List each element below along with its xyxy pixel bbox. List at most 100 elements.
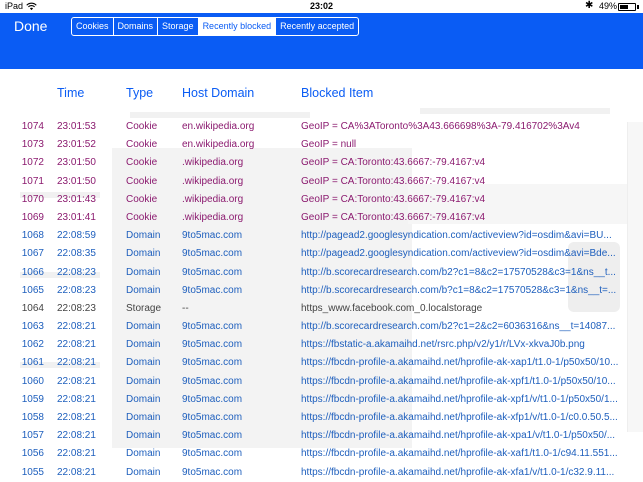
row-time: 22:08:21 bbox=[57, 339, 96, 351]
row-id: 1065 bbox=[21, 284, 44, 296]
row-id: 1055 bbox=[21, 466, 44, 478]
row-type: Cookie bbox=[126, 139, 158, 151]
column-header-blocked-item[interactable]: Blocked Item bbox=[301, 86, 373, 100]
row-type: Domain bbox=[126, 412, 161, 423]
row-host-domain: .wikipedia.org bbox=[182, 175, 244, 187]
row-id: 1057 bbox=[21, 430, 44, 442]
row-id: 1073 bbox=[21, 139, 44, 151]
segment-recently-accepted[interactable]: Recently accepted bbox=[276, 18, 358, 35]
row-time: 22:08:59 bbox=[57, 230, 96, 242]
row-host-domain: 9to5mac.com bbox=[182, 393, 243, 405]
row-host-domain: 9to5mac.com bbox=[182, 321, 243, 333]
row-type: Domain bbox=[126, 357, 161, 369]
segment-storage[interactable]: Storage bbox=[158, 18, 199, 35]
table-row[interactable]: 1068 22:08:59 Domain 9to5mac.com http://page… bbox=[0, 227, 643, 245]
table-row[interactable]: 1072 23:01:50 Cookie .wikipedia.org GeoIP = … bbox=[0, 154, 643, 172]
row-type: Domain bbox=[126, 339, 161, 351]
row-type: Domain bbox=[126, 393, 161, 405]
row-time: 23:01:41 bbox=[57, 211, 96, 223]
row-host-domain: 9to5mac.com bbox=[182, 357, 243, 369]
table-row[interactable]: 1061 22:08:21 Domain 9to5mac.com https://fbc… bbox=[0, 354, 643, 372]
table-row[interactable]: 1063 22:08:21 Domain 9to5mac.com http://b.sc… bbox=[0, 318, 643, 336]
table-row[interactable]: 1070 23:01:43 Cookie .wikipedia.org GeoIP = … bbox=[0, 191, 643, 209]
row-host-domain: 9to5mac.com bbox=[182, 339, 243, 351]
battery-tip bbox=[637, 5, 639, 9]
row-blocked-item: GeoIP = CA:Toronto:43.6667:-79.4167:v4 bbox=[301, 193, 486, 205]
table-row[interactable]: 1066 22:08:23 Domain 9to5mac.com http://b.sc… bbox=[0, 264, 643, 282]
blocked-items-table: Time Type Host Domain Blocked Item 1074 2… bbox=[0, 72, 643, 482]
table-row[interactable]: 1055 22:08:21 Domain 9to5mac.com https://fbc… bbox=[0, 464, 643, 482]
row-blocked-item: http://b.scorecardresearch.com/b2?c1=2&c… bbox=[301, 321, 616, 333]
row-blocked-item: https://fbcdn-profile-a.akamaihd.net/hpr… bbox=[301, 375, 616, 387]
row-type: Cookie bbox=[126, 193, 158, 205]
done-button[interactable]: Done bbox=[14, 18, 47, 34]
table-row[interactable]: 1074 23:01:53 Cookie en.wikipedia.org GeoIP … bbox=[0, 118, 643, 136]
battery-percent: 49% bbox=[599, 1, 618, 11]
table-row[interactable]: 1065 22:08:23 Domain 9to5mac.com http://b.sc… bbox=[0, 282, 643, 300]
row-time: 23:01:50 bbox=[57, 157, 96, 169]
table-row[interactable]: 1064 22:08:23 Storage -- https_www.facebook.… bbox=[0, 300, 643, 318]
segment-recently-blocked[interactable]: Recently blocked bbox=[198, 18, 277, 35]
row-type: Cookie bbox=[126, 175, 158, 187]
row-id: 1070 bbox=[21, 193, 44, 205]
row-type: Cookie bbox=[126, 211, 158, 223]
row-type: Domain bbox=[126, 375, 161, 387]
row-host-domain: 9to5mac.com bbox=[182, 466, 243, 478]
row-time: 22:08:21 bbox=[57, 321, 96, 333]
row-host-domain: 9to5mac.com bbox=[182, 448, 243, 460]
column-header-host-domain[interactable]: Host Domain bbox=[182, 86, 254, 100]
table-row[interactable]: 1071 23:01:50 Cookie .wikipedia.org GeoIP = … bbox=[0, 173, 643, 191]
table-rows: 1074 23:01:53 Cookie en.wikipedia.org GeoIP … bbox=[0, 118, 643, 482]
table-row[interactable]: 1073 23:01:52 Cookie en.wikipedia.org GeoIP … bbox=[0, 136, 643, 154]
row-id: 1058 bbox=[21, 412, 44, 423]
table-row[interactable]: 1069 23:01:41 Cookie .wikipedia.org GeoIP = … bbox=[0, 209, 643, 227]
row-host-domain: en.wikipedia.org bbox=[182, 121, 255, 132]
row-id: 1063 bbox=[21, 321, 44, 333]
column-header-type[interactable]: Type bbox=[126, 86, 153, 100]
row-id: 1056 bbox=[21, 448, 44, 460]
table-row[interactable]: 1062 22:08:21 Domain 9to5mac.com https://fbs… bbox=[0, 336, 643, 354]
row-time: 22:08:21 bbox=[57, 466, 96, 478]
row-time: 23:01:50 bbox=[57, 175, 96, 187]
battery-icon bbox=[618, 3, 636, 11]
table-row[interactable]: 1057 22:08:21 Domain 9to5mac.com https://fbc… bbox=[0, 427, 643, 445]
row-time: 22:08:21 bbox=[57, 375, 96, 387]
table-row[interactable]: 1067 22:08:35 Domain 9to5mac.com http://page… bbox=[0, 245, 643, 263]
segment-domains[interactable]: Domains bbox=[114, 18, 159, 35]
row-id: 1061 bbox=[21, 357, 44, 369]
row-blocked-item: http://pagead2.googlesyndication.com/act… bbox=[301, 230, 612, 242]
row-id: 1069 bbox=[21, 211, 44, 223]
row-time: 22:08:21 bbox=[57, 412, 96, 423]
row-type: Cookie bbox=[126, 121, 158, 132]
row-blocked-item: GeoIP = CA:Toronto:43.6667:-79.4167:v4 bbox=[301, 157, 486, 169]
row-time: 22:08:23 bbox=[57, 266, 96, 278]
table-row[interactable]: 1056 22:08:21 Domain 9to5mac.com https://fbc… bbox=[0, 445, 643, 463]
row-id: 1072 bbox=[21, 157, 44, 169]
row-id: 1071 bbox=[21, 175, 44, 187]
column-header-time[interactable]: Time bbox=[57, 86, 84, 100]
row-host-domain: 9to5mac.com bbox=[182, 412, 243, 423]
row-blocked-item: https_www.facebook.com_0.localstorage bbox=[301, 302, 483, 314]
segment-cookies[interactable]: Cookies bbox=[72, 18, 114, 35]
row-blocked-item: GeoIP = CA:Toronto:43.6667:-79.4167:v4 bbox=[301, 211, 486, 223]
table-row[interactable]: 1059 22:08:21 Domain 9to5mac.com https://fbc… bbox=[0, 391, 643, 409]
row-blocked-item: https://fbcdn-profile-a.akamaihd.net/hpr… bbox=[301, 466, 615, 478]
bluetooth-icon: ✱ bbox=[585, 0, 594, 11]
row-type: Domain bbox=[126, 448, 161, 460]
table-row[interactable]: 1058 22:08:21 Domain 9to5mac.com https://fbc… bbox=[0, 409, 643, 427]
row-blocked-item: http://pagead2.googlesyndication.com/act… bbox=[301, 248, 616, 260]
row-id: 1067 bbox=[21, 248, 44, 260]
row-time: 22:08:21 bbox=[57, 448, 96, 460]
row-time: 22:08:35 bbox=[57, 248, 96, 260]
row-host-domain: .wikipedia.org bbox=[182, 193, 244, 205]
table-column-headers: Time Type Host Domain Blocked Item bbox=[0, 72, 643, 118]
row-time: 22:08:21 bbox=[57, 393, 96, 405]
row-host-domain: 9to5mac.com bbox=[182, 375, 243, 387]
row-blocked-item: GeoIP = null bbox=[301, 139, 357, 151]
table-row[interactable]: 1060 22:08:21 Domain 9to5mac.com https://fbc… bbox=[0, 373, 643, 391]
status-bar: iPad 23:02 ✱ 49% bbox=[0, 0, 643, 13]
row-id: 1060 bbox=[21, 375, 44, 387]
row-id: 1074 bbox=[21, 121, 44, 132]
row-time: 22:08:23 bbox=[57, 302, 96, 314]
row-type: Domain bbox=[126, 430, 161, 442]
